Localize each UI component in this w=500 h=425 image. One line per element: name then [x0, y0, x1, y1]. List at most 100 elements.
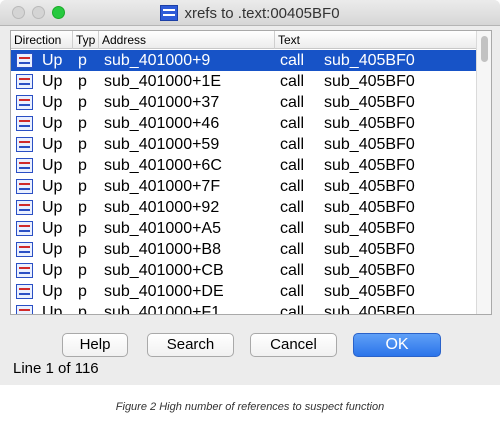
xref-row-icon — [16, 95, 33, 110]
xref-row-icon — [16, 158, 33, 173]
xref-row-icon — [16, 305, 33, 314]
cancel-button[interactable]: Cancel — [250, 333, 337, 357]
address-cell: sub_401000+F1 — [104, 304, 221, 315]
target-cell: sub_405BF0 — [324, 241, 415, 258]
table-row[interactable]: Up p sub_401000+B8 call sub_405BF0 — [11, 239, 477, 260]
target-cell: sub_405BF0 — [324, 73, 415, 90]
title-bar[interactable]: xrefs to .text:00405BF0 — [0, 0, 500, 26]
type-cell: p — [78, 136, 87, 153]
direction-cell: Up — [42, 136, 63, 153]
address-cell: sub_401000+9 — [104, 52, 211, 69]
xref-row-icon — [16, 137, 33, 152]
direction-cell: Up — [42, 283, 63, 300]
vertical-scrollbar[interactable] — [476, 31, 491, 314]
window-title: xrefs to .text:00405BF0 — [184, 4, 340, 22]
figure-caption: Figure 2 High number of references to su… — [115, 401, 385, 413]
table-row[interactable]: Up p sub_401000+7F call sub_405BF0 — [11, 176, 477, 197]
table-row[interactable]: Up p sub_401000+DE call sub_405BF0 — [11, 281, 477, 302]
xref-list[interactable]: Direction Typ Address Text Up p sub_401000… — [10, 30, 492, 315]
direction-cell: Up — [42, 304, 63, 315]
xref-row-icon — [16, 242, 33, 257]
table-row[interactable]: Up p sub_401000+1E call sub_405BF0 — [11, 71, 477, 92]
column-header-address[interactable]: Address — [99, 31, 275, 49]
table-row[interactable]: Up p sub_401000+46 call sub_405BF0 — [11, 113, 477, 134]
instruction-cell: call — [280, 199, 305, 216]
address-cell: sub_401000+6C — [104, 157, 222, 174]
column-header-type[interactable]: Typ — [73, 31, 99, 49]
xref-row-icon — [16, 221, 33, 236]
title-group: xrefs to .text:00405BF0 — [0, 3, 500, 23]
xref-row-icon — [16, 179, 33, 194]
address-cell: sub_401000+A5 — [104, 220, 221, 237]
line-status: Line 1 of 116 — [13, 360, 99, 377]
table-row[interactable]: Up p sub_401000+CB call sub_405BF0 — [11, 260, 477, 281]
ok-button[interactable]: OK — [353, 333, 441, 357]
type-cell: p — [78, 52, 87, 69]
target-cell: sub_405BF0 — [324, 304, 415, 315]
table-row[interactable]: Up p sub_401000+F1 call sub_405BF0 — [11, 302, 477, 315]
type-cell: p — [78, 220, 87, 237]
direction-cell: Up — [42, 157, 63, 174]
instruction-cell: call — [280, 304, 305, 315]
target-cell: sub_405BF0 — [324, 199, 415, 216]
target-cell: sub_405BF0 — [324, 115, 415, 132]
instruction-cell: call — [280, 94, 305, 111]
column-header-direction[interactable]: Direction — [11, 31, 73, 49]
instruction-cell: call — [280, 73, 305, 90]
address-cell: sub_401000+1E — [104, 73, 221, 90]
type-cell: p — [78, 115, 87, 132]
type-cell: p — [78, 157, 87, 174]
address-cell: sub_401000+37 — [104, 94, 220, 111]
type-cell: p — [78, 178, 87, 195]
direction-cell: Up — [42, 52, 63, 69]
instruction-cell: call — [280, 157, 305, 174]
address-cell: sub_401000+CB — [104, 262, 224, 279]
target-cell: sub_405BF0 — [324, 283, 415, 300]
instruction-cell: call — [280, 52, 305, 69]
address-cell: sub_401000+92 — [104, 199, 220, 216]
table-row[interactable]: Up p sub_401000+A5 call sub_405BF0 — [11, 218, 477, 239]
direction-cell: Up — [42, 115, 63, 132]
type-cell: p — [78, 94, 87, 111]
direction-cell: Up — [42, 262, 63, 279]
xref-window-icon — [160, 5, 179, 21]
instruction-cell: call — [280, 115, 305, 132]
type-cell: p — [78, 73, 87, 90]
address-cell: sub_401000+59 — [104, 136, 220, 153]
table-row[interactable]: Up p sub_401000+6C call sub_405BF0 — [11, 155, 477, 176]
address-cell: sub_401000+B8 — [104, 241, 221, 258]
table-row[interactable]: Up p sub_401000+37 call sub_405BF0 — [11, 92, 477, 113]
table-row[interactable]: Up p sub_401000+59 call sub_405BF0 — [11, 134, 477, 155]
search-button[interactable]: Search — [147, 333, 234, 357]
target-cell: sub_405BF0 — [324, 157, 415, 174]
instruction-cell: call — [280, 220, 305, 237]
target-cell: sub_405BF0 — [324, 220, 415, 237]
type-cell: p — [78, 304, 87, 315]
xref-row-icon — [16, 74, 33, 89]
column-header-text[interactable]: Text — [275, 31, 477, 49]
address-cell: sub_401000+7F — [104, 178, 221, 195]
direction-cell: Up — [42, 94, 63, 111]
list-rows: Up p sub_401000+9 call sub_405BF0 Up p sub_4010… — [11, 50, 477, 315]
direction-cell: Up — [42, 73, 63, 90]
xrefs-dialog: xrefs to .text:00405BF0 Direction Typ Ad… — [0, 0, 500, 385]
type-cell: p — [78, 241, 87, 258]
xref-row-icon — [16, 263, 33, 278]
xref-row-icon — [16, 284, 33, 299]
instruction-cell: call — [280, 262, 305, 279]
target-cell: sub_405BF0 — [324, 52, 415, 69]
instruction-cell: call — [280, 241, 305, 258]
scrollbar-thumb[interactable] — [481, 36, 488, 62]
type-cell: p — [78, 262, 87, 279]
target-cell: sub_405BF0 — [324, 136, 415, 153]
target-cell: sub_405BF0 — [324, 178, 415, 195]
table-row[interactable]: Up p sub_401000+9 call sub_405BF0 — [11, 50, 477, 71]
direction-cell: Up — [42, 199, 63, 216]
target-cell: sub_405BF0 — [324, 94, 415, 111]
target-cell: sub_405BF0 — [324, 262, 415, 279]
list-header: Direction Typ Address Text — [11, 31, 477, 49]
table-row[interactable]: Up p sub_401000+92 call sub_405BF0 — [11, 197, 477, 218]
instruction-cell: call — [280, 178, 305, 195]
help-button[interactable]: Help — [62, 333, 128, 357]
direction-cell: Up — [42, 178, 63, 195]
